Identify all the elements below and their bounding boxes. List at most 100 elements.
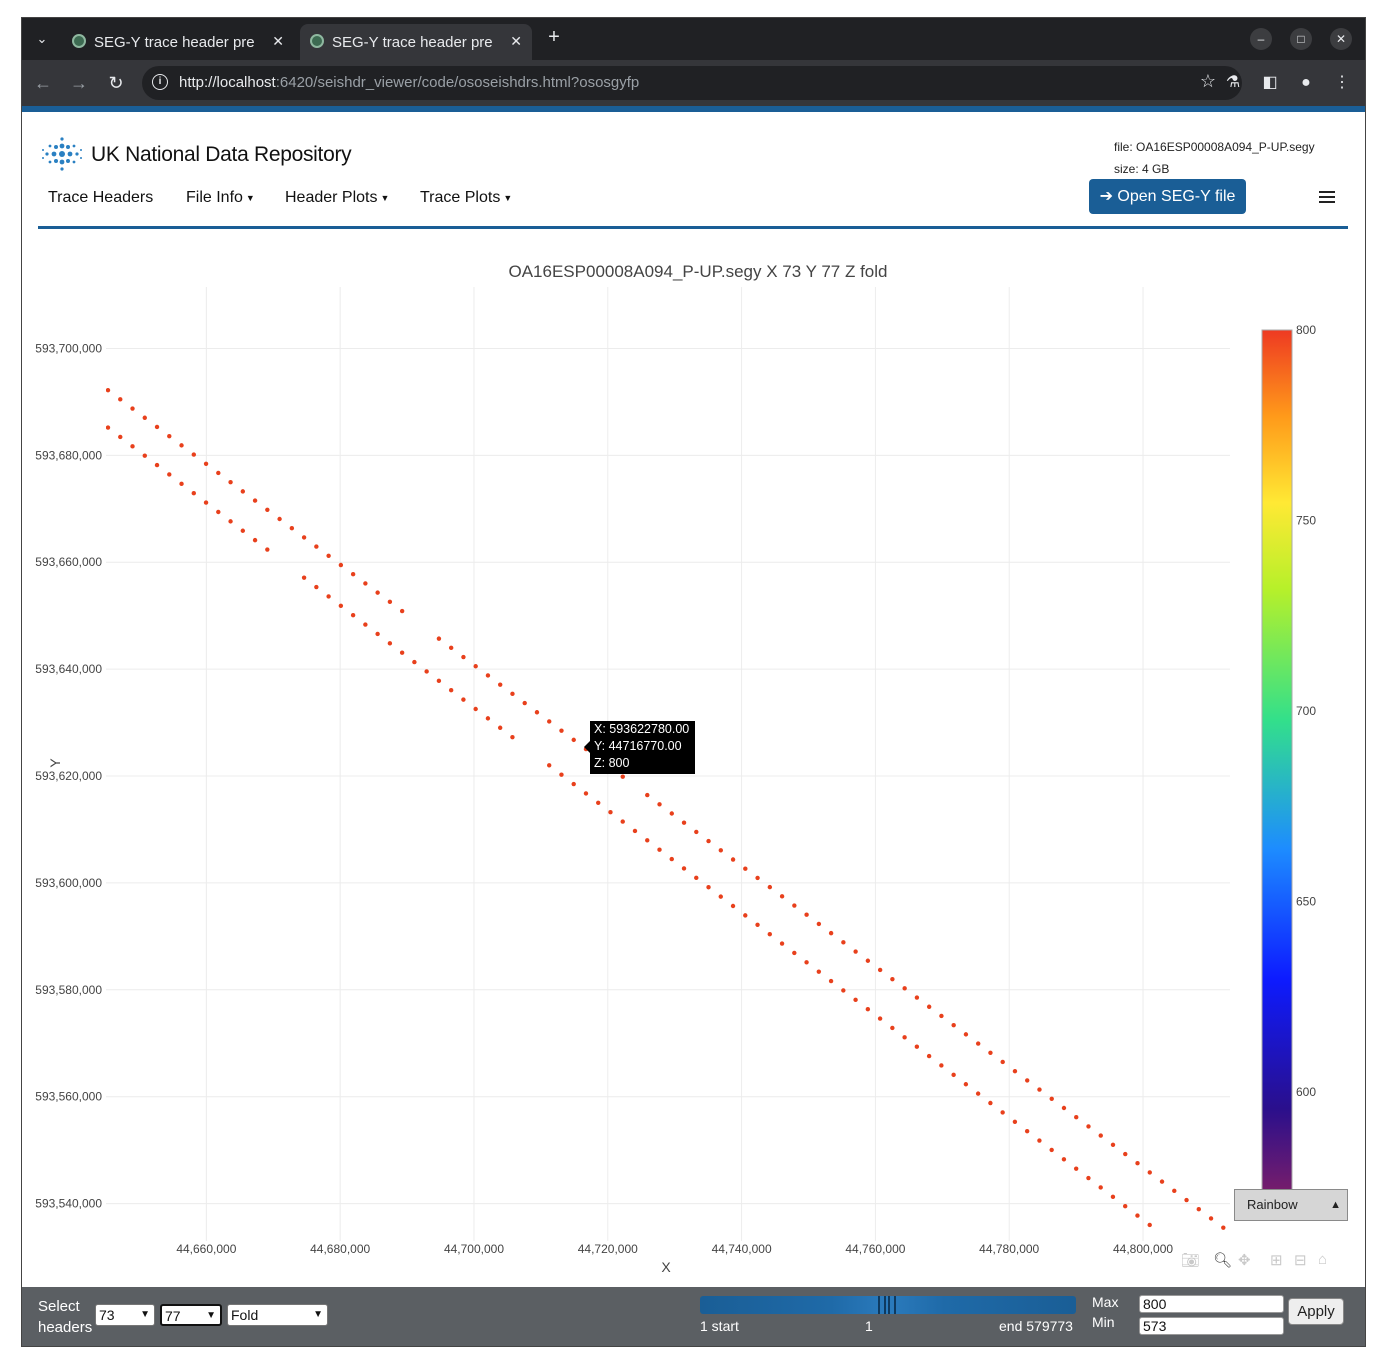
new-tab-icon[interactable]: +	[542, 26, 566, 49]
data-point[interactable]	[853, 997, 858, 1003]
data-point[interactable]	[1208, 1216, 1214, 1221]
data-point[interactable]	[1049, 1147, 1054, 1153]
data-point[interactable]	[338, 562, 344, 568]
data-point[interactable]	[669, 856, 674, 862]
site-info-icon[interactable]: i	[152, 74, 168, 90]
reload-icon[interactable]: ↻	[105, 72, 127, 94]
data-point[interactable]	[669, 811, 674, 816]
data-point[interactable]	[106, 425, 111, 430]
data-point[interactable]	[718, 848, 724, 853]
data-point[interactable]	[645, 838, 650, 843]
data-point[interactable]	[424, 669, 429, 674]
x-header-select[interactable]: 73 ▼	[95, 1304, 155, 1326]
data-point[interactable]	[1086, 1175, 1091, 1181]
data-point[interactable]	[142, 453, 147, 458]
data-point[interactable]	[902, 986, 907, 991]
window-close-icon[interactable]: ✕	[1330, 28, 1352, 50]
data-point[interactable]	[657, 847, 662, 852]
data-point[interactable]	[975, 1091, 981, 1096]
data-point[interactable]	[804, 912, 809, 917]
data-point[interactable]	[902, 1035, 907, 1040]
data-point[interactable]	[497, 725, 503, 730]
data-point[interactable]	[1025, 1078, 1030, 1083]
data-point[interactable]	[547, 763, 552, 768]
data-point[interactable]	[975, 1041, 981, 1046]
data-point[interactable]	[926, 1004, 932, 1009]
data-point[interactable]	[399, 608, 405, 614]
zoom-out-icon[interactable]: ⊟	[1294, 1251, 1307, 1269]
data-point[interactable]	[755, 922, 760, 927]
data-point[interactable]	[1024, 1128, 1030, 1134]
data-point[interactable]	[301, 535, 307, 540]
data-point[interactable]	[228, 519, 233, 524]
data-point[interactable]	[816, 921, 822, 927]
data-point[interactable]	[461, 697, 466, 702]
forward-icon[interactable]: →	[68, 72, 90, 94]
data-point[interactable]	[743, 866, 748, 871]
data-point[interactable]	[399, 650, 405, 655]
data-point[interactable]	[363, 581, 368, 586]
more-menu-icon[interactable]: ⋮	[1331, 72, 1353, 94]
data-point[interactable]	[106, 387, 111, 393]
data-point[interactable]	[1073, 1166, 1079, 1171]
data-point[interactable]	[252, 537, 258, 543]
data-point[interactable]	[473, 664, 478, 669]
data-point[interactable]	[828, 978, 834, 984]
data-point[interactable]	[877, 967, 883, 973]
data-point[interactable]	[939, 1013, 944, 1019]
data-point[interactable]	[1196, 1207, 1201, 1212]
data-point[interactable]	[792, 903, 797, 908]
data-point[interactable]	[853, 949, 858, 954]
data-point[interactable]	[436, 636, 442, 641]
data-point[interactable]	[828, 930, 834, 936]
browser-tab[interactable]: SEG-Y trace header prev ✕	[62, 24, 294, 60]
data-point[interactable]	[142, 415, 147, 420]
data-point[interactable]	[118, 434, 123, 440]
data-point[interactable]	[314, 584, 319, 590]
data-point[interactable]	[228, 479, 233, 485]
y-header-select[interactable]: 77 ▼	[160, 1304, 222, 1326]
data-point[interactable]	[510, 734, 515, 740]
data-point[interactable]	[608, 809, 613, 815]
data-point[interactable]	[1037, 1087, 1042, 1092]
data-point[interactable]	[743, 913, 748, 918]
data-point[interactable]	[559, 772, 564, 777]
data-point[interactable]	[118, 397, 123, 402]
data-point[interactable]	[767, 931, 772, 937]
close-icon[interactable]: ✕	[272, 33, 284, 50]
z-header-select[interactable]: Fold ▼	[227, 1304, 328, 1326]
data-point[interactable]	[179, 481, 184, 487]
data-point[interactable]	[559, 728, 564, 733]
data-point[interactable]	[1184, 1197, 1189, 1203]
data-point[interactable]	[779, 941, 785, 946]
data-point[interactable]	[1012, 1119, 1018, 1124]
data-point[interactable]	[1061, 1157, 1067, 1162]
data-point[interactable]	[1159, 1179, 1165, 1184]
colormap-select[interactable]: Rainbow ▲	[1234, 1189, 1348, 1221]
data-point[interactable]	[375, 590, 380, 595]
data-point[interactable]	[988, 1050, 993, 1055]
data-point[interactable]	[547, 719, 552, 724]
data-point[interactable]	[1110, 1194, 1116, 1200]
data-point[interactable]	[706, 885, 711, 890]
data-point[interactable]	[657, 802, 662, 807]
data-point[interactable]	[767, 884, 773, 890]
data-point[interactable]	[681, 820, 687, 825]
data-point[interactable]	[1123, 1204, 1128, 1209]
pan-icon[interactable]: ✥	[1238, 1251, 1251, 1269]
data-point[interactable]	[583, 791, 589, 796]
data-point[interactable]	[363, 622, 368, 627]
data-point[interactable]	[632, 828, 638, 834]
profile-icon[interactable]: ●	[1295, 72, 1317, 94]
data-point[interactable]	[963, 1082, 969, 1087]
menu-trace-headers[interactable]: Trace Headers	[48, 189, 153, 207]
data-point[interactable]	[252, 498, 258, 503]
data-point[interactable]	[926, 1053, 932, 1059]
data-point[interactable]	[1061, 1105, 1067, 1111]
data-point[interactable]	[1147, 1170, 1152, 1175]
labs-flask-icon[interactable]: ⚗	[1222, 72, 1244, 94]
data-point[interactable]	[277, 516, 282, 522]
data-point[interactable]	[473, 706, 478, 712]
data-point[interactable]	[485, 673, 491, 678]
browser-tab-active[interactable]: SEG-Y trace header prev ✕	[300, 24, 532, 60]
